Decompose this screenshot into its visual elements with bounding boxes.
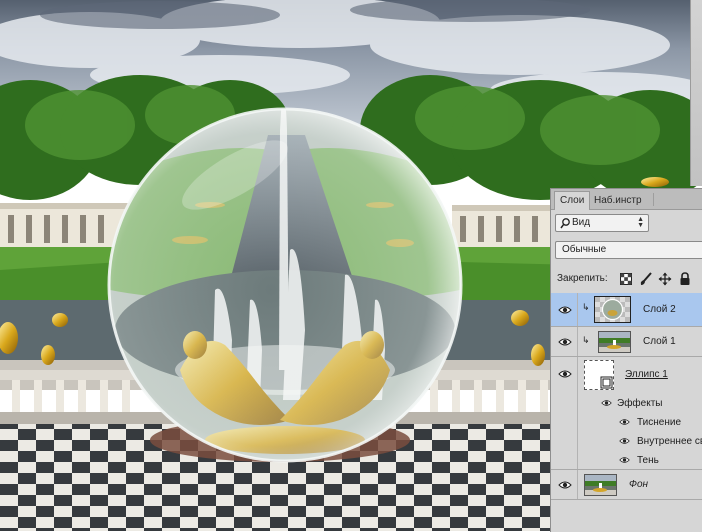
layer-thumbnail <box>594 296 631 323</box>
visibility-divider <box>577 327 578 356</box>
eye-icon[interactable] <box>619 437 630 445</box>
blend-mode-select[interactable]: Обычные <box>555 241 702 259</box>
tab-separator <box>653 193 654 206</box>
layers-panel: Слои Наб.инстр Вид ▲ ▼ Обычные Закрепить: <box>550 188 702 532</box>
layer-filter-select[interactable]: Вид ▲ ▼ <box>555 214 649 232</box>
lock-image-pixels-icon[interactable] <box>639 272 653 286</box>
eye-icon[interactable] <box>558 337 572 347</box>
lock-row: Закрепить: <box>551 269 702 289</box>
layer-filter-value: Вид <box>572 217 591 228</box>
layer-row-layer2[interactable]: ↳ Слой 2 <box>551 293 702 327</box>
clipping-mask-icon: ↳ <box>582 302 590 312</box>
lock-label: Закрепить: <box>557 273 608 284</box>
effect-item-shadow[interactable]: Тень <box>551 451 702 470</box>
eye-icon[interactable] <box>601 399 612 407</box>
document-edge-strip <box>690 0 702 186</box>
shape-layer-thumbnail <box>584 360 614 390</box>
visibility-divider <box>577 293 578 326</box>
tab-layers[interactable]: Слои <box>554 191 591 210</box>
eye-icon[interactable] <box>558 305 572 315</box>
layer-thumbnail <box>584 474 617 496</box>
lock-position-icon[interactable] <box>658 272 672 286</box>
layer-name: Фон <box>629 479 649 490</box>
panel-tab-bar: Слои Наб.инстр <box>551 189 702 210</box>
effect-name: Тиснение <box>637 417 682 428</box>
lock-transparent-pixels-icon[interactable] <box>619 272 633 286</box>
clipping-mask-icon: ↳ <box>582 335 590 345</box>
layer-name: Эллипс 1 <box>625 369 668 380</box>
layer-row-ellipse1[interactable]: Эллипс 1 Эффекты Тиснение Внутреннее с Т… <box>551 357 702 470</box>
lock-all-icon[interactable] <box>678 272 692 286</box>
layer-name: Слой 1 <box>643 336 676 347</box>
eye-icon[interactable] <box>558 369 572 379</box>
eye-icon[interactable] <box>619 456 630 464</box>
layer-row-layer1[interactable]: ↳ Слой 1 <box>551 327 702 357</box>
visibility-divider <box>577 470 578 499</box>
effects-label: Эффекты <box>617 398 663 409</box>
updown-arrows-icon: ▲ ▼ <box>637 216 644 229</box>
effect-item-emboss[interactable]: Тиснение <box>551 413 702 432</box>
tab-tool-presets[interactable]: Наб.инстр <box>589 192 647 209</box>
search-icon <box>560 218 570 229</box>
eye-icon[interactable] <box>619 418 630 426</box>
effect-item-inner-glow[interactable]: Внутреннее свечение <box>551 432 702 451</box>
blend-mode-value: Обычные <box>562 244 607 255</box>
effect-name: Внутреннее свечение <box>637 436 702 447</box>
effects-group[interactable]: Эффекты <box>551 394 702 413</box>
layer-thumbnail <box>598 331 631 353</box>
layer-name: Слой 2 <box>643 304 676 315</box>
layer-row-background[interactable]: Фон <box>551 470 702 500</box>
effect-name: Тень <box>637 455 659 466</box>
eye-icon[interactable] <box>558 480 572 490</box>
